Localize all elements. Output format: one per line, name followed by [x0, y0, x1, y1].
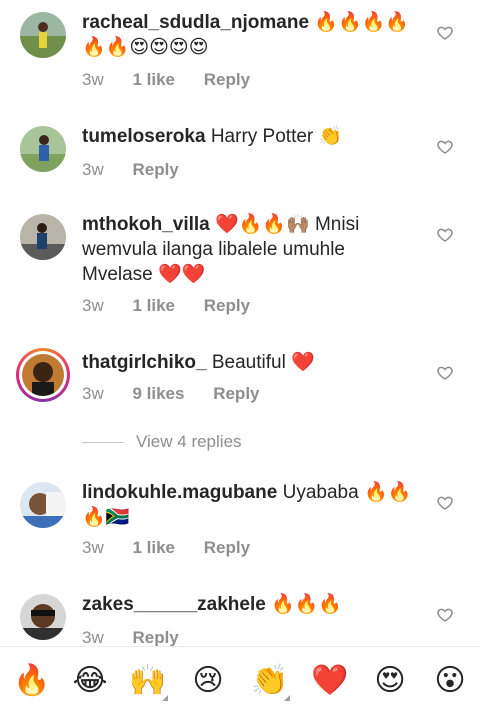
comments-list: racheal_sdudla_njomane 🔥🔥🔥🔥🔥🔥😍😍😍😍 3w 1 l…	[0, 0, 480, 646]
comment-username[interactable]: mthokoh_villa	[82, 214, 210, 235]
comment-item: lindokuhle.magubane Uyababa 🔥🔥🔥🇿🇦 3w 1 l…	[0, 470, 480, 580]
comment-text: Beautiful	[211, 352, 286, 373]
view-replies-label: View 4 replies	[136, 432, 242, 451]
comment-item: mthokoh_villa ❤️🔥🔥🙌🏽 Mnisi wemvula ilang…	[0, 200, 480, 340]
heart-icon[interactable]	[436, 24, 454, 42]
clapping-emoji-button[interactable]: 👏	[248, 659, 292, 703]
avatar[interactable]	[20, 12, 66, 58]
heart-icon[interactable]	[436, 138, 454, 156]
skin-tone-indicator-icon	[162, 695, 168, 701]
comment-likes[interactable]: 1 like	[132, 296, 175, 315]
heart-icon[interactable]	[436, 226, 454, 244]
view-replies-button[interactable]: View 4 replies	[82, 432, 242, 452]
clapping-emoji: 👏	[251, 663, 289, 698]
comment-time: 3w	[82, 70, 104, 89]
surprised-emoji-button[interactable]: 😮	[428, 659, 472, 703]
comment-username[interactable]: lindokuhle.magubane	[82, 482, 277, 503]
comment-username[interactable]: racheal_sdudla_njomane	[82, 12, 309, 33]
red-heart-emoji-button[interactable]: ❤️	[308, 659, 352, 703]
reply-button[interactable]: Reply	[213, 384, 259, 403]
raised-hands-emoji-button[interactable]: 🙌	[126, 659, 170, 703]
comment-item: tumeloseroka Harry Potter 👏 3w Reply	[0, 110, 480, 200]
comment-text: Uyababa	[282, 482, 359, 503]
reply-button[interactable]: Reply	[132, 160, 178, 179]
comment-time: 3w	[82, 538, 104, 557]
comment-emoji-after: ❤️❤️	[158, 263, 206, 285]
comment-emoji: ❤️🔥🔥🙌🏽	[215, 213, 310, 235]
laughing-emoji-button[interactable]: 😂	[68, 659, 112, 703]
heart-eyes-emoji-button[interactable]: 😍	[368, 659, 412, 703]
reply-button[interactable]: Reply	[204, 296, 250, 315]
comment-text: Harry Potter	[210, 126, 314, 147]
comment-time: 3w	[82, 384, 104, 403]
comment-emoji: 👏	[318, 125, 343, 147]
heart-icon[interactable]	[436, 494, 454, 512]
heart-icon[interactable]	[436, 606, 454, 624]
comment-emoji: 🔥🔥🔥	[271, 593, 343, 615]
comment-time: 3w	[82, 628, 104, 646]
avatar[interactable]	[20, 126, 66, 172]
comment-time: 3w	[82, 160, 104, 179]
comment-likes[interactable]: 1 like	[132, 70, 175, 89]
comment-item: racheal_sdudla_njomane 🔥🔥🔥🔥🔥🔥😍😍😍😍 3w 1 l…	[0, 0, 480, 110]
comment-likes[interactable]: 9 likes	[132, 384, 184, 403]
avatar[interactable]	[20, 482, 66, 528]
avatar[interactable]	[20, 594, 66, 640]
comment-username[interactable]: zakes______zakhele	[82, 594, 266, 615]
comment-username[interactable]: tumeloseroka	[82, 126, 206, 147]
divider-line	[82, 441, 124, 443]
crying-emoji-button[interactable]: 😢	[186, 659, 230, 703]
comment-item: thatgirlchiko_ Beautiful ❤️ 3w 9 likes R…	[0, 340, 480, 420]
reply-button[interactable]: Reply	[132, 628, 178, 646]
comment-emoji: ❤️	[291, 351, 315, 373]
reply-button[interactable]: Reply	[204, 70, 250, 89]
fire-emoji-button[interactable]: 🔥	[10, 659, 54, 703]
avatar[interactable]	[20, 214, 66, 260]
heart-icon[interactable]	[436, 364, 454, 382]
reply-button[interactable]: Reply	[204, 538, 250, 557]
comment-username[interactable]: thatgirlchiko_	[82, 352, 207, 373]
comment-item: zakes______zakhele 🔥🔥🔥 3w Reply	[0, 582, 480, 646]
raised-hands-emoji: 🙌	[129, 663, 167, 698]
skin-tone-indicator-icon	[284, 695, 290, 701]
avatar-story-ring[interactable]	[16, 348, 70, 402]
comment-time: 3w	[82, 296, 104, 315]
comment-likes[interactable]: 1 like	[132, 538, 175, 557]
emoji-reaction-bar: 🔥 😂 🙌 😢 👏 ❤️ 😍 😮	[0, 646, 480, 721]
